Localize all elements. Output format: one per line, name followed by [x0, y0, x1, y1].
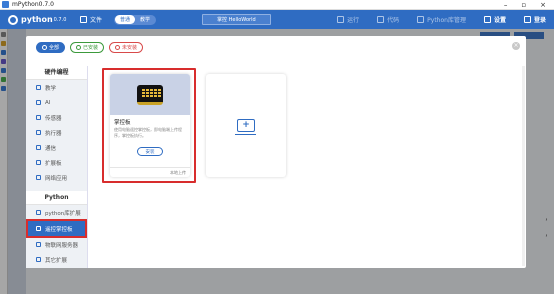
category-label: 教学	[45, 85, 57, 92]
close-icon[interactable]: ×	[512, 42, 520, 50]
logo-name: python	[21, 15, 53, 24]
top-toolbar: python 0.7.0 文件 普通 教学 掌控 HelloWorld 运行 代…	[0, 10, 554, 29]
category-label: 其它扩展	[45, 257, 68, 264]
category-item[interactable]: 通信	[26, 140, 87, 155]
category-label: 扩展板	[45, 160, 62, 167]
filter-bar: 全部 已安装 未安装	[36, 42, 144, 53]
mode-normal[interactable]: 普通	[115, 15, 136, 24]
filter-uninstalled-label: 未安装	[122, 45, 138, 51]
card-description: 使用电脑遥控掌控板，即电脑端上传程序，掌控板执行。	[114, 127, 182, 138]
login-label: 登录	[533, 17, 546, 24]
window-controls: – ▫ ×	[504, 1, 554, 9]
category-item[interactable]: AI	[26, 95, 87, 110]
user-icon	[523, 16, 531, 23]
run-label: 运行	[347, 17, 360, 24]
login-button[interactable]: 登录	[523, 15, 546, 24]
filter-uninstalled-button[interactable]: 未安装	[109, 42, 144, 53]
category-label: 执行器	[45, 130, 62, 137]
window-titlebar: mPython0.7.0 – ▫ ×	[0, 0, 554, 10]
category-label: 遥控掌控板	[45, 226, 73, 233]
settings-button[interactable]: 设置	[483, 15, 506, 24]
category-heading: 硬件编程	[26, 66, 87, 80]
filter-installed-button[interactable]: 已安装	[70, 42, 105, 53]
category-item[interactable]: 物联网服务器	[26, 237, 87, 252]
settings-label: 设置	[493, 17, 506, 24]
category-heading: Python	[26, 191, 87, 205]
run-icon	[337, 16, 345, 23]
logo-version: 0.7.0	[53, 16, 67, 23]
category-icon	[36, 210, 41, 215]
category-label: AI	[45, 99, 51, 106]
check-circle-icon	[76, 45, 82, 50]
category-icon	[36, 130, 41, 135]
settings-icon	[483, 16, 491, 23]
run-button[interactable]: 运行	[337, 15, 359, 24]
category-item[interactable]: 传感器	[26, 110, 87, 125]
category-item[interactable]: 网络应用	[26, 170, 87, 185]
board-image	[110, 74, 190, 115]
install-label: 安装	[145, 149, 155, 155]
code-icon	[377, 16, 385, 23]
card-footer: 本地上传	[110, 167, 190, 177]
category-item[interactable]: 其它扩展	[26, 252, 87, 267]
circle-icon	[42, 45, 47, 50]
maximize-icon[interactable]: ▫	[521, 1, 526, 9]
filter-installed-label: 已安装	[83, 45, 99, 51]
add-extension-card[interactable]: +	[206, 74, 286, 177]
category-item[interactable]: 执行器	[26, 125, 87, 140]
file-menu[interactable]: 文件	[80, 15, 102, 24]
file-icon	[80, 16, 87, 23]
cross-circle-icon	[115, 45, 121, 50]
category-icon	[36, 100, 41, 105]
filter-all-button[interactable]: 全部	[36, 42, 66, 53]
close-window-icon[interactable]: ×	[540, 1, 546, 9]
category-label: 通信	[45, 145, 57, 152]
file-menu-label: 文件	[90, 17, 103, 24]
window-title: mPython0.7.0	[12, 1, 54, 8]
extension-dialog: × 全部 已安装 未安装 硬件编程 教学 AI 传感器 执行器 通信 扩展板 网…	[26, 36, 526, 268]
category-item[interactable]: 教学	[26, 80, 87, 95]
card-title: 掌控板	[114, 120, 131, 126]
category-icon	[36, 160, 41, 165]
category-icon	[36, 175, 41, 180]
logo-icon	[8, 14, 18, 25]
extension-card[interactable]: 掌控板 使用电脑遥控掌控板，即电脑端上传程序，掌控板执行。 安装 本地上传	[110, 74, 190, 177]
category-icon	[36, 115, 41, 120]
library-manager-button[interactable]: Python库管理	[417, 15, 466, 24]
code-label: 代码	[387, 17, 400, 24]
category-item[interactable]: python库扩展	[26, 205, 87, 220]
code-button[interactable]: 代码	[377, 15, 399, 24]
app-logo: python 0.7.0	[8, 14, 68, 25]
category-label: python库扩展	[45, 210, 81, 217]
minimize-icon[interactable]: –	[504, 1, 508, 9]
category-label: 传感器	[45, 115, 62, 122]
install-button[interactable]: 安装	[137, 147, 163, 156]
category-icon	[36, 257, 41, 262]
category-icon	[36, 242, 41, 247]
category-icon	[36, 145, 41, 150]
category-panel: 硬件编程 教学 AI 传感器 执行器 通信 扩展板 网络应用 Python py…	[26, 66, 88, 268]
category-icon	[36, 85, 41, 90]
mode-tutorial[interactable]: 教学	[135, 15, 155, 24]
filter-all-label: 全部	[49, 45, 60, 51]
category-label: 网络应用	[45, 175, 68, 182]
category-item-remote-control[interactable]: 遥控掌控板	[26, 219, 87, 238]
library-manager-label: Python库管理	[427, 17, 466, 24]
category-label: 物联网服务器	[45, 242, 79, 249]
app-icon	[2, 1, 9, 8]
category-icon	[36, 226, 41, 231]
filename-field[interactable]: 掌控 HelloWorld	[202, 14, 271, 25]
board-icon	[137, 84, 163, 105]
scrollbar[interactable]	[522, 66, 525, 266]
plus-circle-icon	[417, 16, 425, 23]
add-icon: +	[235, 119, 256, 135]
mode-toggle[interactable]: 普通 教学	[114, 14, 157, 25]
category-item[interactable]: 扩展板	[26, 155, 87, 170]
